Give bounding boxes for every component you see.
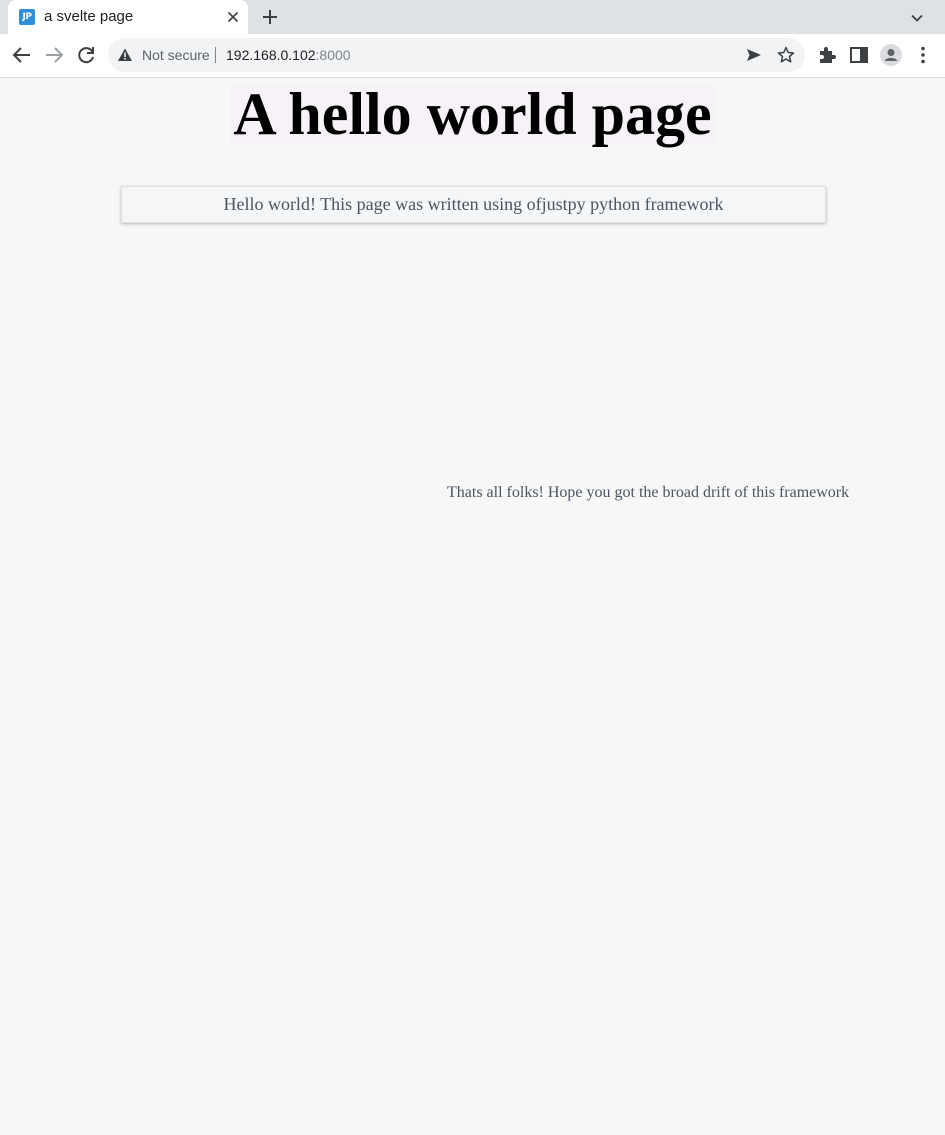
address-bar[interactable]: Not secure 192.168.0.102:8000: [108, 38, 805, 72]
hello-card-text: Hello world! This page was written using…: [223, 194, 724, 214]
chevron-down-icon[interactable]: [907, 8, 927, 28]
footer-note: Thats all folks! Hope you got the broad …: [447, 484, 850, 501]
tab-strip: JP a svelte page: [0, 0, 945, 34]
hello-card: Hello world! This page was written using…: [121, 186, 826, 223]
send-icon[interactable]: [744, 45, 764, 65]
address-divider: [215, 47, 216, 63]
url-host: 192.168.0.102: [226, 47, 316, 63]
page-content: A hello world page Hello world! This pag…: [0, 78, 945, 1135]
back-arrow-icon[interactable]: [10, 43, 34, 67]
kebab-menu-icon[interactable]: [911, 43, 935, 67]
browser-toolbar: Not secure 192.168.0.102:8000: [0, 34, 945, 78]
side-panel-icon[interactable]: [847, 43, 871, 67]
url-port: :8000: [315, 47, 351, 63]
reload-icon[interactable]: [74, 43, 98, 67]
page-title: A hello world page: [230, 84, 715, 144]
browser-tab[interactable]: JP a svelte page: [8, 0, 248, 34]
forward-arrow-icon[interactable]: [42, 43, 66, 67]
profile-icon[interactable]: [879, 43, 903, 67]
puzzle-icon[interactable]: [815, 43, 839, 67]
warning-icon[interactable]: [117, 47, 133, 63]
tab-favicon: JP: [19, 9, 35, 25]
tab-title: a svelte page: [44, 8, 134, 25]
security-label[interactable]: Not secure: [142, 47, 210, 63]
plus-icon[interactable]: [260, 7, 280, 27]
close-icon[interactable]: [224, 8, 242, 26]
url-text[interactable]: 192.168.0.102:8000: [226, 47, 351, 63]
browser-window: JP a svelte page Not secure 192.168.0.10…: [0, 0, 945, 1135]
star-icon[interactable]: [776, 45, 796, 65]
